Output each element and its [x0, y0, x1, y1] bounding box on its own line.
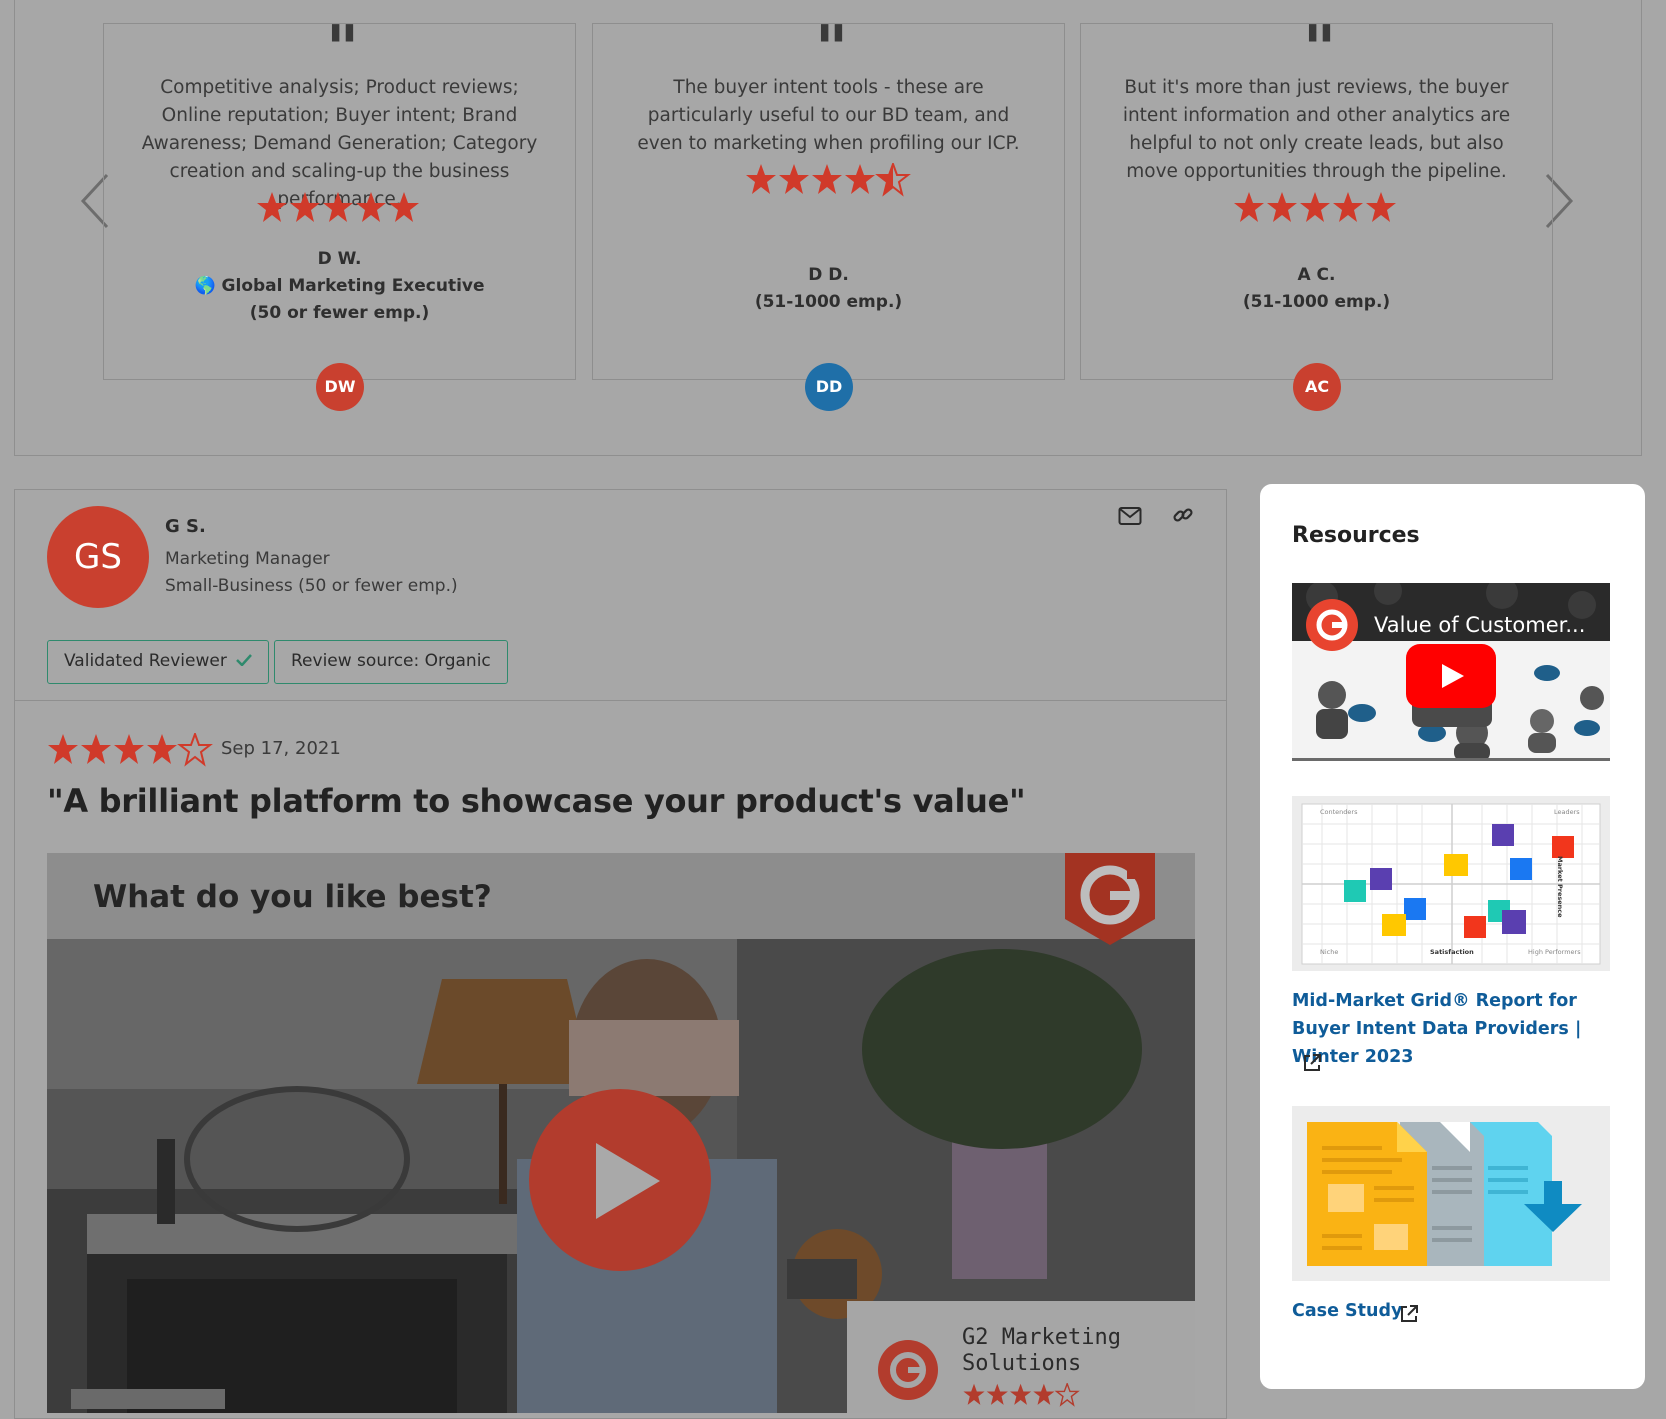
- resource-grid-thumbnail[interactable]: Contenders Leaders Niche Satisfaction Hi…: [1292, 796, 1610, 971]
- g2-channel-icon: [1306, 599, 1358, 651]
- resource-case-study-thumbnail[interactable]: [1292, 1106, 1610, 1281]
- reviewer-title: Marketing Manager: [165, 549, 330, 569]
- resource-link-grid-report[interactable]: Mid-Market Grid® Report for Buyer Intent…: [1292, 987, 1610, 1071]
- resource-video-thumbnail[interactable]: Value of Customer...: [1292, 583, 1610, 761]
- testimonial-card: " The buyer intent tools - these are par…: [592, 13, 1065, 380]
- grid-label-contenders: Contenders: [1320, 808, 1358, 816]
- testimonial-quote: But it's more than just reviews, the buy…: [1122, 77, 1511, 182]
- review-source-badge[interactable]: Review source: Organic: [274, 640, 508, 684]
- review-date: Sep 17, 2021: [221, 738, 341, 759]
- testimonial-card: " Competitive analysis; Product reviews;…: [103, 13, 576, 380]
- quote-mark-icon: ": [325, 13, 359, 87]
- g2-logo-icon: [878, 1340, 938, 1400]
- avatar: DD: [805, 363, 853, 411]
- validated-reviewer-badge[interactable]: Validated Reviewer: [47, 640, 270, 684]
- reviewer-avatar: GS: [47, 506, 149, 608]
- grid-label-satisfaction: Satisfaction: [1430, 948, 1474, 956]
- grid-label-high-performers: High Performers: [1528, 948, 1581, 956]
- resources-heading: Resources: [1292, 523, 1420, 548]
- testimonial-role: Global Marketing Executive: [221, 276, 485, 296]
- testimonial-author: D W.: [317, 249, 362, 269]
- testimonial-card: " But it's more than just reviews, the b…: [1080, 13, 1553, 380]
- external-link-icon[interactable]: [1302, 1053, 1322, 1073]
- video-caption-bar: [71, 1389, 225, 1409]
- link-icon[interactable]: [1172, 504, 1194, 526]
- stars-5-icon: [256, 192, 419, 222]
- grid-label-market-presence: Market Presence: [1556, 856, 1564, 918]
- testimonial-company-size: (50 or fewer emp.): [249, 303, 430, 323]
- blurred-face: [569, 1020, 739, 1096]
- reviewer-segment: Small-Business (50 or fewer emp.): [165, 576, 458, 596]
- star-rating: [104, 191, 575, 229]
- play-icon: [1442, 664, 1464, 688]
- review-title: "A brilliant platform to showcase your p…: [47, 782, 1026, 820]
- quote-mark-icon: ": [814, 13, 848, 87]
- stars-5-icon: [1233, 192, 1396, 222]
- reviewer-name[interactable]: G S.: [165, 516, 206, 537]
- testimonial-company-size: (51-1000 emp.): [754, 292, 903, 312]
- resource-link-case-study[interactable]: Case Study: [1292, 1297, 1402, 1325]
- avatar: DW: [316, 363, 364, 411]
- video-question: What do you like best?: [93, 879, 492, 915]
- video-lower-third-title: G2 Marketing Solutions: [962, 1325, 1121, 1376]
- checkmark-icon: [236, 654, 253, 667]
- stars-4-5-icon: [745, 163, 909, 195]
- play-icon: [596, 1143, 660, 1219]
- testimonial-author: A C.: [1297, 265, 1336, 285]
- quote-mark-icon: ": [1302, 13, 1336, 87]
- divider: [14, 700, 1227, 701]
- testimonial-company-size: (51-1000 emp.): [1242, 292, 1391, 312]
- g2-logo-icon: [1065, 853, 1155, 945]
- youtube-play-button[interactable]: [1406, 644, 1496, 708]
- video-lower-third: G2 Marketing Solutions: [847, 1301, 1195, 1413]
- resource-video-title: Value of Customer...: [1374, 613, 1586, 637]
- badge-label: Validated Reviewer: [64, 651, 227, 671]
- grid-label-leaders: Leaders: [1554, 808, 1580, 816]
- star-rating: [593, 163, 1064, 201]
- globe-icon: 🌎: [194, 276, 222, 296]
- avatar: AC: [1293, 363, 1341, 411]
- testimonial-carousel: " Competitive analysis; Product reviews;…: [14, 0, 1642, 456]
- review-stars-icon: [48, 733, 211, 765]
- testimonial-quote: The buyer intent tools - these are parti…: [637, 77, 1020, 154]
- documents-illustration-icon: [1307, 1122, 1582, 1266]
- testimonial-author: D D.: [808, 265, 849, 285]
- stars-4-icon: [963, 1383, 1079, 1406]
- star-rating: [1081, 191, 1552, 229]
- resource-link-label: Mid-Market Grid® Report for Buyer Intent…: [1292, 991, 1582, 1067]
- grid-label-niche: Niche: [1320, 948, 1339, 956]
- external-link-icon[interactable]: [1399, 1304, 1419, 1324]
- email-icon[interactable]: [1118, 506, 1142, 526]
- review-video-player[interactable]: What do you like best? G2 Marketing Solu…: [47, 853, 1195, 1413]
